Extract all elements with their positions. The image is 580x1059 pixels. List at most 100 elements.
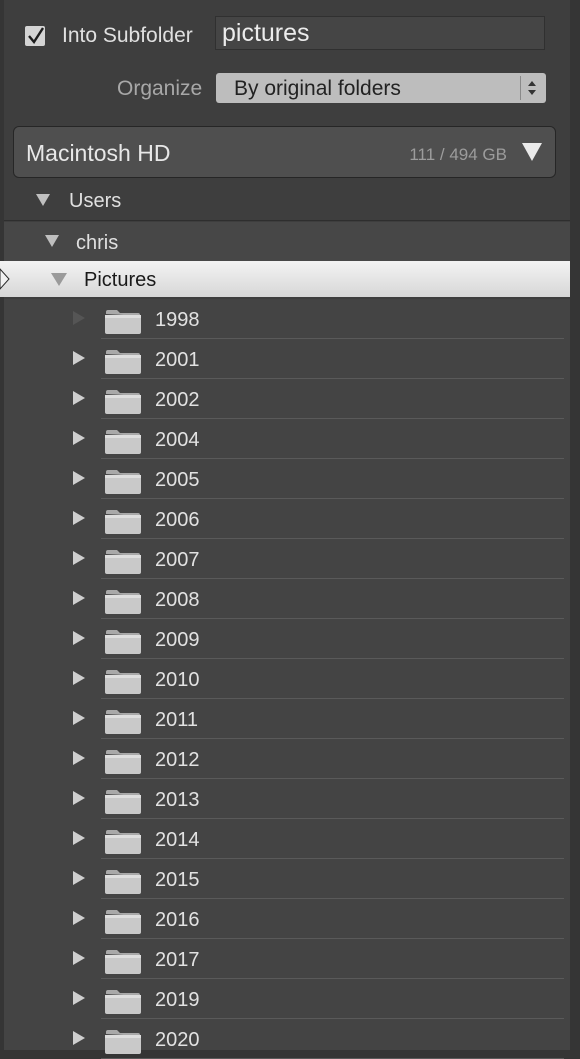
folder-name: 1998: [155, 309, 200, 331]
folder-icon: [104, 510, 142, 539]
tree-item-label: Users: [69, 190, 122, 212]
folder-icon: [104, 950, 142, 979]
folder-row[interactable]: 2001: [4, 339, 570, 379]
folder-row[interactable]: 2012: [4, 739, 570, 779]
folder-row[interactable]: 2016: [4, 899, 570, 939]
folder-name: 2015: [155, 869, 200, 891]
disclosure-closed-icon[interactable]: [72, 390, 86, 411]
disclosure-closed-icon[interactable]: [72, 910, 86, 931]
folder-row[interactable]: 2017: [4, 939, 570, 979]
folder-icon: [104, 590, 142, 619]
folder-row[interactable]: 1998: [4, 299, 570, 339]
disclosure-closed-icon[interactable]: [72, 430, 86, 451]
folder-icon: [104, 470, 142, 499]
folder-name: 2020: [155, 1029, 200, 1051]
selection-marker-icon: [0, 268, 10, 290]
disclosure-closed-icon[interactable]: [72, 750, 86, 771]
disclosure-closed-icon[interactable]: [72, 630, 86, 651]
folder-name: 2008: [155, 589, 200, 611]
import-destination-panel: Into Subfolder pictures Organize By orig…: [0, 0, 570, 1059]
disclosure-closed-icon: [72, 310, 86, 331]
folder-icon: [104, 350, 142, 379]
folder-name: 2006: [155, 509, 200, 531]
disclosure-open-icon[interactable]: [36, 193, 50, 211]
folder-row[interactable]: 2013: [4, 779, 570, 819]
folder-icon: [104, 830, 142, 859]
subfolder-name-input[interactable]: pictures: [215, 16, 545, 50]
folder-row[interactable]: 2007: [4, 539, 570, 579]
folder-row[interactable]: 2006: [4, 499, 570, 539]
disclosure-closed-icon[interactable]: [72, 550, 86, 571]
folder-name: 2009: [155, 629, 200, 651]
folder-row[interactable]: 2002: [4, 379, 570, 419]
folder-name: 2012: [155, 749, 200, 771]
folder-icon: [104, 550, 142, 579]
disclosure-closed-icon[interactable]: [72, 990, 86, 1011]
folder-name: 2010: [155, 669, 200, 691]
folder-row[interactable]: 2009: [4, 619, 570, 659]
folder-icon: [104, 630, 142, 659]
folder-row[interactable]: 2019: [4, 979, 570, 1019]
tree-item-chris[interactable]: chris: [4, 222, 570, 262]
folder-name: 2011: [155, 709, 199, 731]
disclosure-closed-icon[interactable]: [72, 950, 86, 971]
folder-icon: [104, 990, 142, 1019]
folder-name: 2016: [155, 909, 200, 931]
select-stepper-icon: [520, 76, 543, 100]
folder-name: 2013: [155, 789, 200, 811]
subfolder-list: 1998 2001 2002 2004 2005 2006 2007 2008 2009 2010…: [4, 299, 570, 1059]
disclosure-closed-icon[interactable]: [72, 790, 86, 811]
disclosure-closed-icon[interactable]: [72, 710, 86, 731]
tree-item-label: chris: [76, 232, 119, 254]
volume-header-macintosh-hd[interactable]: Macintosh HD 111 / 494 GB: [13, 126, 556, 178]
folder-row[interactable]: 2015: [4, 859, 570, 899]
folder-icon: [104, 710, 142, 739]
disclosure-closed-icon[interactable]: [72, 470, 86, 491]
checkmark-icon: [28, 27, 45, 45]
folder-icon: [104, 430, 142, 459]
folder-name: 2002: [155, 389, 200, 411]
folder-row[interactable]: 2008: [4, 579, 570, 619]
folder-name: 2017: [155, 949, 200, 971]
volume-size: 111 / 494 GB: [409, 145, 507, 164]
volume-name: Macintosh HD: [26, 140, 171, 166]
file-handling-options: Into Subfolder pictures Organize By orig…: [4, 0, 570, 118]
folder-icon: [104, 390, 142, 419]
folder-row[interactable]: 2020: [4, 1019, 570, 1059]
tree-item-pictures-selected[interactable]: Pictures: [0, 261, 570, 297]
organize-label: Organize: [117, 77, 203, 100]
disclosure-closed-icon[interactable]: [72, 670, 86, 691]
disclosure-closed-icon[interactable]: [72, 590, 86, 611]
disclosure-closed-icon[interactable]: [72, 870, 86, 891]
folder-icon: [104, 1030, 142, 1059]
folder-name: 2014: [155, 829, 200, 851]
tree-item-users[interactable]: Users: [4, 180, 570, 221]
folder-name: 2007: [155, 549, 200, 571]
folder-name: 2019: [155, 989, 200, 1011]
organize-select-value: By original folders: [234, 77, 401, 100]
disclosure-closed-icon[interactable]: [72, 1030, 86, 1051]
folder-icon: [104, 870, 142, 899]
folder-icon: [104, 790, 142, 819]
disclosure-closed-icon[interactable]: [72, 510, 86, 531]
folder-name: 2004: [155, 429, 200, 451]
tree-item-label: Pictures: [84, 269, 157, 291]
folder-row[interactable]: 2014: [4, 819, 570, 859]
disclosure-open-icon[interactable]: [45, 234, 59, 252]
folder-name: 2001: [155, 349, 200, 371]
folder-row[interactable]: 2011: [4, 699, 570, 739]
folder-icon: [104, 310, 142, 339]
organize-select[interactable]: By original folders: [216, 73, 546, 103]
folder-row[interactable]: 2004: [4, 419, 570, 459]
into-subfolder-checkbox[interactable]: [25, 26, 45, 46]
disclosure-open-icon[interactable]: [51, 273, 67, 291]
folder-icon: [104, 910, 142, 939]
folder-row[interactable]: 2005: [4, 459, 570, 499]
folder-row[interactable]: 2010: [4, 659, 570, 699]
folder-name: 2005: [155, 469, 200, 491]
folder-icon: [104, 750, 142, 779]
disclosure-closed-icon[interactable]: [72, 830, 86, 851]
into-subfolder-label: Into Subfolder: [62, 24, 193, 47]
disclosure-closed-icon[interactable]: [72, 350, 86, 371]
collapse-triangle-icon[interactable]: [521, 142, 543, 167]
